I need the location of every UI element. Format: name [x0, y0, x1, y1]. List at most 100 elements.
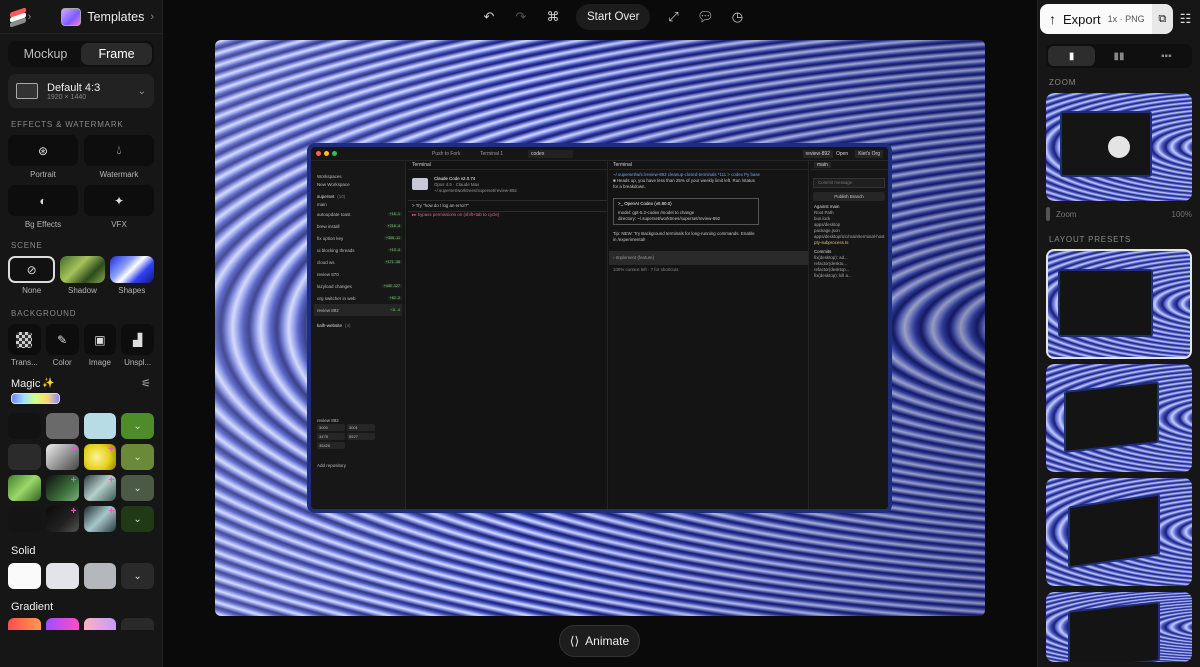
solid-swatch-light[interactable]: [45, 563, 79, 589]
portrait-button[interactable]: ⊛: [8, 135, 78, 166]
layout-preset[interactable]: [1046, 364, 1192, 472]
zoom-handle[interactable]: [1108, 136, 1130, 158]
preset-thumbnail: [16, 83, 38, 99]
layout-double-button[interactable]: ▮▮: [1095, 46, 1142, 66]
solid-expand-button[interactable]: ⌄: [121, 563, 154, 589]
templates-button[interactable]: Templates ›: [61, 7, 154, 26]
command-icon[interactable]: ⌘: [544, 8, 562, 26]
image-button[interactable]: ▣: [83, 324, 117, 355]
magic-swatch[interactable]: [45, 413, 79, 439]
scene-shapes-button[interactable]: [109, 256, 154, 283]
watermark-button[interactable]: 💧︎: [84, 135, 154, 166]
scene-shadow-button[interactable]: [60, 256, 105, 283]
unsplash-button[interactable]: ▟: [121, 324, 154, 355]
layout-single-button[interactable]: ▮: [1048, 46, 1096, 66]
zoom-preview[interactable]: [1046, 93, 1192, 201]
solid-swatch-gray[interactable]: [83, 563, 117, 589]
bg-effects-button[interactable]: ◐: [8, 185, 78, 216]
templates-label: Templates: [87, 9, 145, 24]
preset-window: [1068, 601, 1160, 662]
clock-icon[interactable]: ◷: [728, 8, 746, 26]
gradient-swatch[interactable]: [45, 618, 79, 630]
copy-button[interactable]: ⧉: [1151, 4, 1174, 34]
magic-expand-button[interactable]: ⌄: [121, 444, 154, 470]
magic-label: Magic: [11, 377, 41, 390]
chevron-right-icon[interactable]: ›: [28, 11, 32, 23]
start-over-button[interactable]: Start Over: [576, 4, 651, 30]
codex-title: >_ OpenAI Codex (v0.80.0): [618, 201, 672, 206]
app-logo-icon[interactable]: [8, 6, 26, 28]
scene-none-label: None: [22, 286, 42, 295]
magic-swatch[interactable]: [8, 444, 41, 470]
claude-path: ~/.superset/worktrees/superset/review-89…: [434, 188, 517, 193]
port-chip: 3001: [347, 424, 375, 431]
screen-sidebar-item: org switcher in web +82 -3: [314, 292, 402, 304]
magic-expand-button[interactable]: ⌄: [121, 506, 154, 532]
transparent-button[interactable]: [8, 324, 41, 355]
animate-button[interactable]: ⟨⟩ Animate: [559, 625, 640, 657]
magic-swatch[interactable]: +: [45, 444, 79, 470]
layout-preset[interactable]: [1046, 249, 1192, 359]
screen-sidebar-item: lazyload changes +440 -127: [314, 280, 402, 292]
undo-icon[interactable]: ↶: [480, 8, 498, 26]
magic-swatch[interactable]: +: [83, 475, 117, 501]
port-chip: 3478: [317, 433, 345, 440]
bypass-text: ▸▸ bypass permissions on (shift+tab to c…: [412, 212, 500, 217]
tab-frame[interactable]: Frame: [81, 43, 152, 65]
export-settings-button[interactable]: ☷: [1173, 4, 1198, 34]
mockup-canvas[interactable]: Push to Fork Terminal 1 codex review-892…: [215, 40, 985, 616]
scene-none-button[interactable]: ⊘: [8, 256, 56, 283]
magic-swatch[interactable]: [8, 506, 41, 532]
chevron-down-icon: ⌄: [133, 451, 142, 463]
diff-badge: +82 -3: [387, 296, 402, 300]
redo-icon[interactable]: ↷: [512, 8, 530, 26]
magic-swatch[interactable]: [8, 413, 41, 439]
repo-count: (10): [337, 193, 346, 199]
screen-sidebar-repo: superset (10): [314, 192, 402, 200]
screen-sidebar-item: review 892 +11 -4: [314, 304, 402, 316]
preset-size: 1920 × 1440: [47, 93, 87, 101]
feedback-icon[interactable]: 💬︎: [696, 8, 714, 26]
screen-tab: codex: [528, 149, 573, 158]
magic-palette-strip[interactable]: [11, 393, 60, 404]
magic-row-2: + + ⌄: [0, 444, 162, 470]
blur-circle-icon: ◐: [39, 193, 47, 208]
no-symbol-icon: ⊘: [26, 262, 37, 277]
magic-swatch[interactable]: +: [83, 444, 117, 470]
expand-icon[interactable]: ⤢: [664, 8, 682, 26]
sparkles-icon: ✨: [42, 378, 55, 389]
solid-swatch-white[interactable]: [8, 563, 41, 589]
export-row: ↑ Export 1x · PNG ⧉ ☷: [1040, 2, 1198, 36]
gradient-expand-button[interactable]: [121, 618, 154, 630]
magic-swatch[interactable]: [83, 413, 117, 439]
layout-preset[interactable]: [1046, 592, 1192, 662]
magic-swatch[interactable]: +: [45, 475, 79, 501]
gradient-swatch[interactable]: [83, 618, 117, 630]
layout-preset[interactable]: [1046, 478, 1192, 586]
magic-swatch[interactable]: [8, 475, 41, 501]
color-label: Color: [52, 358, 72, 367]
magic-expand-button[interactable]: ⌄: [121, 475, 154, 501]
gradient-swatch[interactable]: [8, 618, 41, 630]
layout-triple-button[interactable]: ▪▪▪: [1143, 46, 1190, 66]
export-button[interactable]: ↑ Export 1x · PNG: [1040, 4, 1152, 34]
diff-badge: +171 -36: [383, 260, 402, 264]
zoom-slider-handle[interactable]: [1046, 207, 1050, 221]
frame-preset-select[interactable]: Default 4:3 1920 × 1440 ⌄: [8, 74, 154, 108]
chevron-down-icon: ⌄: [133, 513, 142, 525]
chevron-right-icon: ›: [150, 10, 154, 23]
vfx-button[interactable]: ✦: [84, 185, 154, 216]
magic-expand-button[interactable]: ⌄: [121, 413, 154, 439]
magic-row-1: ⌄: [0, 413, 162, 439]
tab-mockup[interactable]: Mockup: [10, 43, 81, 65]
magic-swatch[interactable]: +: [45, 506, 79, 532]
repo-count: (4): [345, 322, 351, 328]
drop-icon: 💧︎: [116, 143, 122, 157]
screen-tab: Push to Fork: [432, 150, 461, 157]
sliders-icon[interactable]: ⚟: [141, 377, 151, 390]
pane-title: Terminal: [613, 162, 632, 168]
color-button[interactable]: ✎: [45, 324, 79, 355]
magic-swatch[interactable]: +: [83, 506, 117, 532]
preset-window: [1058, 269, 1153, 337]
git-commit: fix(desktop): kill a...: [814, 273, 852, 278]
